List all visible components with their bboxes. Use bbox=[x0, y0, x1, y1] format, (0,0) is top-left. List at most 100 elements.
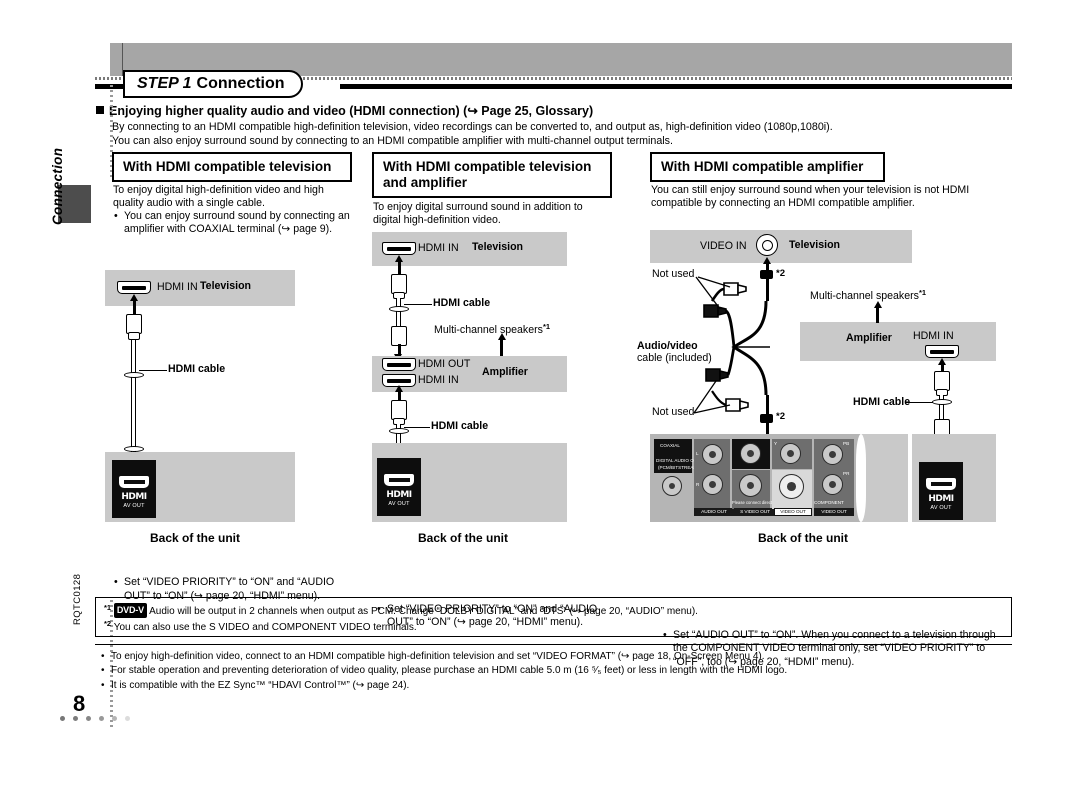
col2-speakers-label: Multi-channel speakers*1 bbox=[434, 322, 550, 336]
col2-heading: With HDMI compatible television and ampl… bbox=[372, 152, 612, 198]
col1-description: To enjoy digital high-definition video a… bbox=[113, 184, 324, 210]
panel-component-line1: COMPONENT bbox=[814, 500, 844, 505]
col2-description: To enjoy digital surround sound in addit… bbox=[373, 201, 583, 227]
col2-cable-leader-bottom bbox=[404, 427, 430, 429]
col1-unit-hdmi-avout: HDMI AV OUT bbox=[112, 460, 156, 518]
col3-tv-video-in-jack-icon bbox=[756, 234, 778, 256]
col2-ring-2 bbox=[389, 428, 409, 434]
rule-bar bbox=[340, 84, 1012, 89]
col1-unit-avout-label: AV OUT bbox=[123, 503, 145, 509]
col3-cable-label: HDMI cable bbox=[853, 396, 911, 408]
col3-rear-panel: COAXIAL DIGITAL AUDIO OUT (PCM/BITSTREAM… bbox=[650, 434, 908, 522]
col1-plug-upper bbox=[126, 314, 142, 334]
col2-arrow-to-tv bbox=[395, 255, 403, 262]
col3-av-cable-bold: Audio/video bbox=[637, 340, 698, 352]
col1-cable-label: HDMI cable bbox=[168, 363, 226, 375]
col1-heading: With HDMI compatible television bbox=[112, 152, 352, 182]
col2-cable-label-top: HDMI cable bbox=[433, 297, 491, 309]
panel-comp-y-label: Y bbox=[774, 441, 778, 446]
panel-svideo-jack-icon bbox=[739, 474, 762, 497]
col3-tv-port-label: VIDEO IN bbox=[700, 240, 747, 252]
panel-comp-pr-jack-icon bbox=[822, 474, 843, 495]
footnote-1-badge: DVD-V bbox=[113, 603, 147, 618]
col3-television-block bbox=[650, 230, 912, 263]
col3-not-used-top: Not used bbox=[652, 268, 695, 280]
page-number: 8 bbox=[73, 691, 86, 716]
col3-unit-hdmi-jack-icon bbox=[926, 478, 956, 490]
col1-plug-upper-collar bbox=[128, 332, 140, 340]
col2-unit-hdmi-jack-icon bbox=[384, 474, 414, 486]
panel-video-out-jack-icon bbox=[779, 474, 804, 499]
footnote-2-text: You can also use the S VIDEO and COMPONE… bbox=[113, 622, 417, 633]
panel-digital-out-line2: (PCM/BITSTREAM) bbox=[658, 465, 699, 470]
panel-component-line2: VIDEO OUT bbox=[814, 508, 854, 516]
panel-break-line bbox=[856, 434, 866, 522]
col2-tv-label: Television bbox=[472, 241, 524, 253]
panel-comp-pb-label: PB bbox=[843, 441, 850, 446]
footnote-2-marker: *2 bbox=[104, 619, 112, 628]
bottom-notes-list: To enjoy high-definition video, connect … bbox=[100, 650, 1012, 693]
col1-unit-hdmi-logo: HDMI bbox=[121, 492, 147, 502]
col2-plug-1 bbox=[391, 274, 407, 294]
col1-unit-hdmi-jack-icon bbox=[119, 476, 149, 488]
section-headline: Enjoying higher quality audio and video … bbox=[96, 103, 593, 118]
rule-bar-left bbox=[95, 84, 123, 89]
footer-dot-row bbox=[60, 716, 130, 721]
step-title: Connection bbox=[196, 75, 285, 92]
col2-speakers-arrow bbox=[497, 333, 506, 340]
intro-paragraph: By connecting to an HDMI compatible high… bbox=[112, 121, 1012, 148]
col2-heading-line2: and amplifier bbox=[383, 175, 468, 190]
col2-cable-leader-top bbox=[404, 304, 432, 306]
bottom-rule bbox=[95, 644, 1012, 646]
col3-amp-port-label: HDMI IN bbox=[913, 330, 954, 342]
col1-bullet: You can enjoy surround sound by connecti… bbox=[113, 210, 355, 236]
footnote-1-marker: *1 bbox=[104, 603, 112, 612]
col2-unit-avout-label: AV OUT bbox=[388, 501, 410, 507]
panel-svideo-out-label: S VIDEO OUT bbox=[734, 508, 776, 516]
col2-unit-hdmi-avout: HDMI AV OUT bbox=[377, 458, 421, 516]
col3-amplifier-block bbox=[800, 322, 996, 361]
col3-plug-1 bbox=[934, 371, 950, 391]
col3-speakers-arrow bbox=[873, 301, 882, 308]
panel-audio-l-label: L bbox=[696, 451, 699, 456]
col3-speakers-wire bbox=[876, 306, 879, 323]
col2-plug-3 bbox=[391, 400, 407, 420]
col3-speakers-label: Multi-channel speakers*1 bbox=[810, 288, 926, 302]
panel-coaxial-jack-icon bbox=[662, 476, 682, 496]
col3-unit-hdmi-avout: HDMI AV OUT bbox=[919, 462, 963, 520]
panel-audio-r-label: R bbox=[696, 482, 700, 487]
square-bullet-icon bbox=[96, 106, 104, 114]
footnote-2: *2 You can also use the S VIDEO and COMP… bbox=[104, 618, 417, 635]
col3-sup2-bottom: *2 bbox=[776, 411, 786, 422]
panel-svideo-top-jack-icon bbox=[740, 443, 761, 464]
col1-tv-label: Television bbox=[200, 280, 252, 292]
col1-cable-ring bbox=[124, 372, 144, 378]
col3-heading-text: With HDMI compatible amplifier bbox=[661, 159, 864, 174]
col2-speakers-sup: *1 bbox=[542, 322, 551, 331]
section-headline-text: Enjoying higher quality audio and video … bbox=[109, 104, 594, 118]
col1-tv-hdmi-port-icon bbox=[117, 281, 151, 294]
col2-cable-label-bottom: HDMI cable bbox=[431, 420, 489, 432]
col3-not-used-bottom: Not used bbox=[652, 406, 695, 418]
step-number: STEP 1 bbox=[137, 75, 192, 92]
step-title-tab: STEP 1 Connection bbox=[123, 70, 303, 98]
footnote-1-text: Audio will be output in 2 channels when … bbox=[149, 606, 698, 617]
col1-tv-port-label: HDMI IN bbox=[157, 281, 198, 293]
col2-amp-hdmi-out-port-icon bbox=[382, 358, 416, 371]
panel-audio-l-jack-icon bbox=[702, 444, 723, 465]
intro-line-1: By connecting to an HDMI compatible high… bbox=[112, 121, 833, 133]
col3-tv-label: Television bbox=[789, 239, 841, 251]
panel-audio-r-jack-icon bbox=[702, 474, 723, 495]
col3-amp-hdmi-in-port-icon bbox=[925, 345, 959, 358]
col3-amp-label: Amplifier bbox=[846, 332, 892, 344]
col3-speakers-sup: *1 bbox=[918, 288, 927, 297]
col3-speakers-text: Multi-channel speakers bbox=[810, 290, 919, 302]
intro-line-2: You can also enjoy surround sound by con… bbox=[112, 134, 673, 147]
panel-audio-out-label: AUDIO OUT bbox=[694, 508, 734, 516]
col1-cable-leader bbox=[139, 370, 167, 372]
col2-tv-hdmi-port-icon bbox=[382, 242, 416, 255]
col2-amp-out-label: HDMI OUT bbox=[418, 358, 471, 370]
col2-plug-2 bbox=[391, 326, 407, 346]
col2-unit-hdmi-logo: HDMI bbox=[386, 490, 412, 500]
panel-comp-pr-label: PR bbox=[843, 471, 850, 476]
